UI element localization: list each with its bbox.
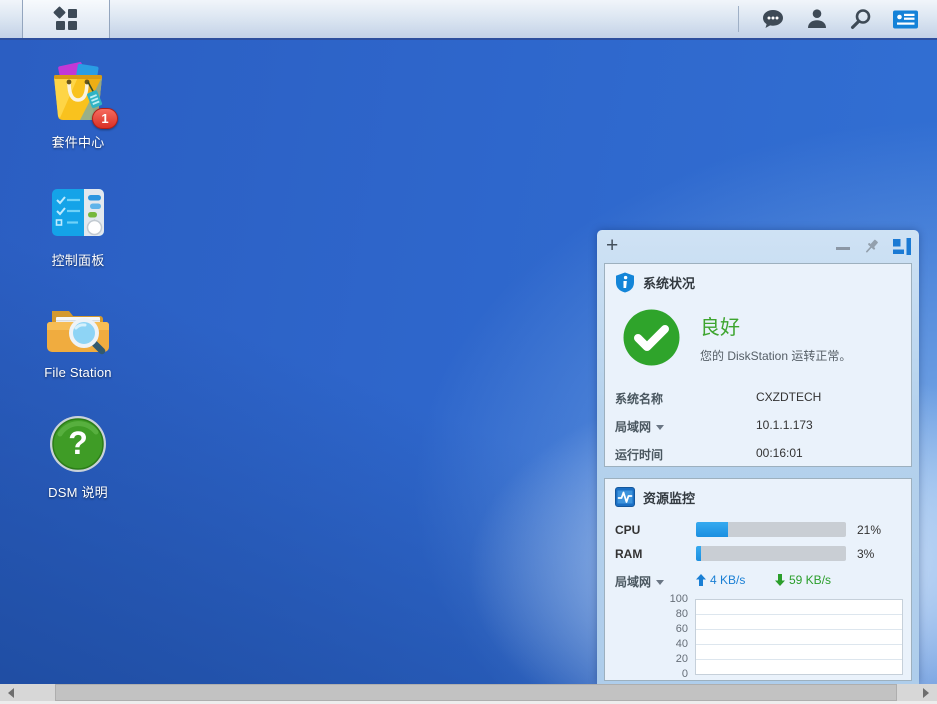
lan-dropdown[interactable]: 局域网 <box>615 418 665 435</box>
notification-badge: 1 <box>92 108 118 129</box>
user-icon <box>808 9 826 28</box>
dsm-help-icon: ? <box>46 412 110 476</box>
dock-panel-button[interactable] <box>893 238 911 255</box>
info-row-uptime: 运行时间 00:16:01 <box>615 442 903 464</box>
ram-row: RAM 3% <box>615 545 903 565</box>
widget-resource-monitor: 资源监控 CPU 21% RAM 3% 局域网 4 KB/s 59 KB/s 1… <box>604 478 912 681</box>
widget-system-health: 系统状况 良好 您的 DiskStation 运转正常。 系统名称 CXZDTE… <box>604 263 912 467</box>
health-status: 良好 <box>700 317 740 339</box>
icon-label: DSM 说明 <box>48 485 108 500</box>
package-center-icon: 1 <box>46 62 118 129</box>
download-speed: 59 KB/s <box>775 573 831 587</box>
scrollbar-thumb[interactable] <box>55 684 897 701</box>
pushpin-icon <box>866 239 878 253</box>
search-button[interactable] <box>839 0 883 38</box>
resource-monitor-icon <box>615 487 635 507</box>
download-arrow-icon <box>775 574 785 586</box>
widget-panel-icon <box>892 10 918 28</box>
widget-panel: + 系统状况 良好 您的 DiskStation 运转正常。 系统名称 CXZD… <box>597 230 919 684</box>
pilot-view-button[interactable] <box>883 0 927 38</box>
pin-panel-button[interactable] <box>863 238 880 255</box>
horizontal-scrollbar[interactable] <box>0 684 937 701</box>
desktop-icon-package-center[interactable]: 1 套件中心 <box>16 62 140 151</box>
lan-throughput-dropdown[interactable]: 局域网 <box>615 573 665 590</box>
file-station-icon <box>46 295 110 359</box>
cpu-label: CPU <box>615 523 641 537</box>
widget-title: 系统状况 <box>643 276 696 291</box>
cpu-row: CPU 21% <box>615 521 903 541</box>
scroll-right-button[interactable] <box>915 684 937 701</box>
ram-bar-fill <box>696 546 701 561</box>
dsm-desktop: 1 套件中心 控制面板 File Station ? DSM 说明 + 系统状况… <box>0 0 937 704</box>
widget-title: 资源监控 <box>643 490 696 506</box>
info-label: 运行时间 <box>615 448 664 462</box>
widget-panel-header: + <box>597 230 919 263</box>
system-health-icon <box>616 272 634 293</box>
cpu-bar <box>696 522 846 537</box>
icon-label: 套件中心 <box>51 135 105 150</box>
chevron-down-icon <box>656 425 665 431</box>
ram-bar <box>696 546 846 561</box>
cpu-bar-fill <box>696 522 728 537</box>
icon-label: File Station <box>44 365 112 380</box>
desktop-icon-control-panel[interactable]: 控制面板 <box>16 180 140 269</box>
notifications-button[interactable] <box>751 0 795 38</box>
lan-row: 局域网 4 KB/s 59 KB/s <box>615 571 903 591</box>
control-panel-icon <box>46 180 110 244</box>
add-widget-button[interactable]: + <box>606 233 618 259</box>
desktop-icon-dsm-help[interactable]: ? DSM 说明 <box>16 412 140 501</box>
main-menu-icon <box>53 6 78 31</box>
scroll-left-button[interactable] <box>0 684 22 701</box>
cpu-value: 21% <box>857 523 882 537</box>
minimize-panel-button[interactable] <box>836 243 850 250</box>
info-value: 00:16:01 <box>756 446 803 460</box>
main-menu-button[interactable] <box>22 0 110 38</box>
topbar-icon-group <box>738 0 927 38</box>
info-label: 系统名称 <box>615 392 664 406</box>
info-value: 10.1.1.173 <box>756 418 813 432</box>
info-row-lan: 局域网 10.1.1.173 <box>615 414 903 436</box>
info-row-system-name: 系统名称 CXZDTECH <box>615 386 903 408</box>
info-value: CXZDTECH <box>756 390 822 404</box>
chat-bubble-icon <box>763 10 783 28</box>
topbar-divider <box>738 6 739 32</box>
ram-value: 3% <box>857 547 875 561</box>
svg-text:?: ? <box>68 425 88 461</box>
chart-y-axis: 100 80 60 40 20 0 <box>669 593 688 680</box>
chevron-down-icon <box>656 580 665 586</box>
upload-speed: 4 KB/s <box>696 573 745 587</box>
utilization-chart <box>695 599 903 675</box>
minus-icon <box>836 247 850 250</box>
dock-right-icon <box>893 238 911 255</box>
upload-arrow-icon <box>696 574 706 586</box>
health-ok-icon <box>623 309 680 371</box>
icon-label: 控制面板 <box>51 253 105 268</box>
health-description: 您的 DiskStation 运转正常。 <box>700 349 852 363</box>
user-options-button[interactable] <box>795 0 839 38</box>
right-arrow-icon <box>923 687 929 698</box>
desktop-icon-file-station[interactable]: File Station <box>16 295 140 380</box>
left-arrow-icon <box>8 687 14 698</box>
top-bar <box>0 0 937 40</box>
search-icon <box>850 9 871 29</box>
ram-label: RAM <box>615 547 643 561</box>
